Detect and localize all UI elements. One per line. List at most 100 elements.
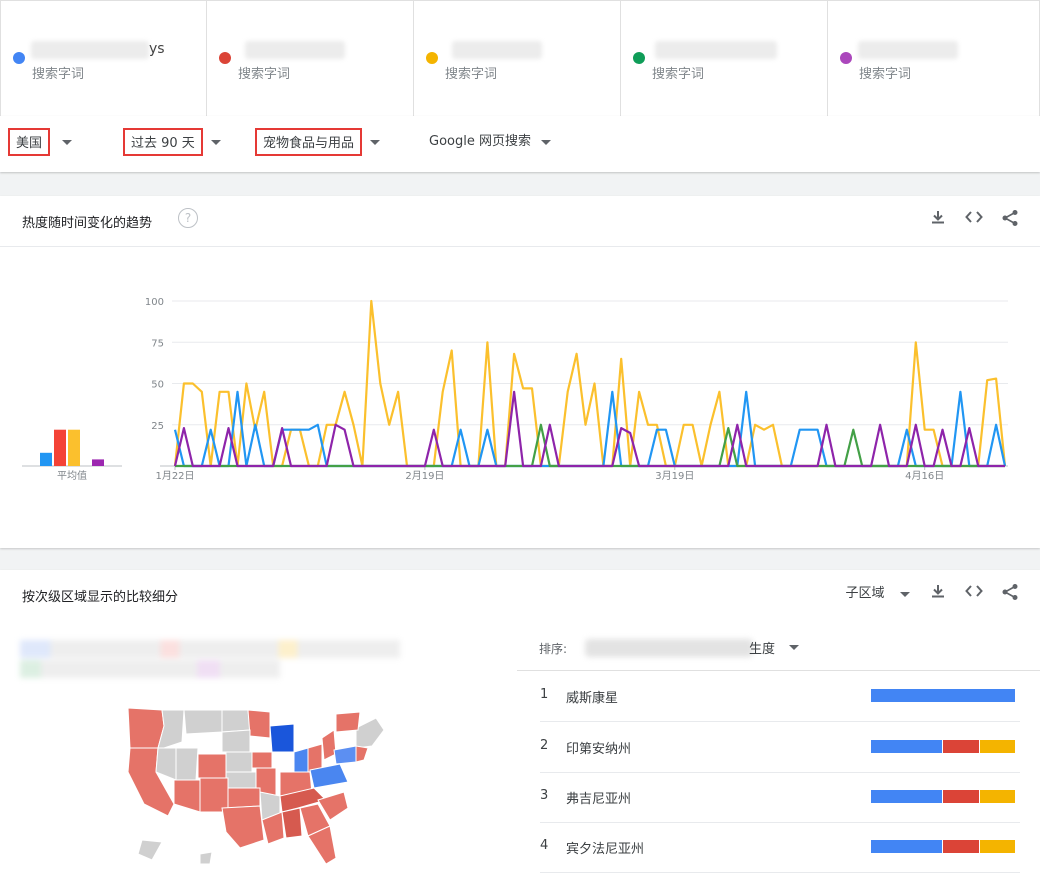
share-segment xyxy=(978,840,1015,853)
y-tick-label: 100 xyxy=(145,297,164,308)
card-title: 按次级区域显示的比较细分 xyxy=(22,590,179,605)
card-header: 按次级区域显示的比较细分 子区域 xyxy=(0,570,1040,620)
us-subregion-map[interactable] xyxy=(122,708,392,868)
download-icon[interactable] xyxy=(927,583,949,605)
avg-bar-red xyxy=(54,429,66,466)
map-region xyxy=(227,787,261,809)
chevron-down-icon[interactable] xyxy=(900,592,910,597)
search-term-2[interactable]: 搜索字词 xyxy=(207,0,414,116)
term-color-dot xyxy=(633,52,645,64)
map-region xyxy=(173,779,201,813)
search-terms-bar: ys 搜索字词 搜索字词 搜索字词 搜索字词 搜索字词 xyxy=(0,0,1040,117)
share-icon[interactable] xyxy=(999,209,1021,231)
card-header: 热度随时间变化的趋势 ? xyxy=(0,196,1040,247)
search-type-filter-label: Google 网页搜索 xyxy=(429,134,531,149)
term-name-blurred xyxy=(452,41,542,59)
map-region xyxy=(197,753,227,779)
region-filter[interactable]: 美国 xyxy=(8,126,73,158)
region-name: 印第安纳州 xyxy=(566,742,632,757)
region-name: 威斯康星 xyxy=(566,691,619,706)
x-tick-label: 1月22日 xyxy=(155,470,194,482)
sort-value-tail: 生度 xyxy=(749,642,776,657)
avg-bar-purple xyxy=(92,459,104,466)
avg-bar-yellow xyxy=(68,429,80,466)
region-rank: 3 xyxy=(540,788,549,803)
subregion-breakdown-card: 按次级区域显示的比较细分 子区域 排序: 生度 1 威斯康星 2 印第安纳州 3… xyxy=(0,570,1040,874)
term-type-label: 搜索字词 xyxy=(445,67,498,82)
map-region xyxy=(321,729,337,761)
map-region xyxy=(199,777,229,813)
share-icon[interactable] xyxy=(999,583,1021,605)
term-name-blurred xyxy=(245,41,345,59)
filter-bar: 美国 过去 90 天 宠物食品与用品 Google 网页搜索 xyxy=(0,116,1040,172)
chevron-down-icon xyxy=(370,139,381,145)
search-type-filter[interactable]: Google 网页搜索 xyxy=(423,126,551,158)
category-filter-label: 宠物食品与用品 xyxy=(255,128,363,156)
map-region xyxy=(269,723,295,753)
region-rank: 2 xyxy=(540,738,549,753)
map-region xyxy=(251,751,273,769)
download-icon[interactable] xyxy=(927,209,949,231)
map-region xyxy=(175,747,199,781)
map-region xyxy=(221,709,251,733)
share-segment xyxy=(871,840,942,853)
term-color-dot xyxy=(426,52,438,64)
map-region xyxy=(137,839,163,861)
search-term-1[interactable]: ys 搜索字词 xyxy=(0,0,207,116)
term-color-dot xyxy=(219,52,231,64)
x-tick-label: 4月16日 xyxy=(905,470,944,482)
sort-value-blurred xyxy=(585,639,753,657)
region-row[interactable]: 4 宾夕法尼亚州 xyxy=(540,822,1020,873)
region-name: 宾夕法尼亚州 xyxy=(566,842,645,857)
term-color-dot xyxy=(840,52,852,64)
chevron-down-icon xyxy=(540,139,551,145)
share-segment xyxy=(871,790,942,803)
map-region xyxy=(355,745,369,763)
time-filter-label: 过去 90 天 xyxy=(123,128,203,156)
term-name-blurred xyxy=(655,41,777,59)
share-segment xyxy=(871,740,942,753)
y-tick-label: 75 xyxy=(151,338,164,349)
embed-icon[interactable] xyxy=(963,209,985,231)
region-name: 弗吉尼亚州 xyxy=(566,792,632,807)
subregion-dropdown[interactable]: 子区域 xyxy=(842,583,888,605)
region-row[interactable]: 2 印第安纳州 xyxy=(540,722,1020,773)
term-type-label: 搜索字词 xyxy=(652,67,705,82)
avg-bar-blue xyxy=(40,452,52,466)
chevron-down-icon xyxy=(210,139,221,145)
map-region xyxy=(281,807,303,839)
search-term-4[interactable]: 搜索字词 xyxy=(621,0,828,116)
term-name-blurred xyxy=(31,41,149,59)
avg-label: 平均值 xyxy=(57,469,87,482)
region-rank: 1 xyxy=(540,687,549,702)
term-name-tail: ys xyxy=(149,41,165,57)
search-term-5[interactable]: 搜索字词 xyxy=(828,0,1040,116)
region-share-bar xyxy=(871,740,1015,753)
map-region xyxy=(221,729,251,753)
term-name-blurred xyxy=(858,41,958,59)
category-filter[interactable]: 宠物食品与用品 xyxy=(255,126,381,158)
x-tick-label: 2月19日 xyxy=(405,470,444,482)
chevron-down-icon xyxy=(62,139,73,145)
interest-over-time-card: 热度随时间变化的趋势 ? 25 50 75 100 1月22日 2月19日 3月19日 4月1… xyxy=(0,196,1040,548)
term-type-label: 搜索字词 xyxy=(238,67,291,82)
x-tick-label: 3月19日 xyxy=(655,470,694,482)
y-tick-label: 50 xyxy=(151,380,164,391)
help-icon[interactable]: ? xyxy=(178,208,198,228)
region-row[interactable]: 1 威斯康星 xyxy=(540,671,1020,722)
embed-icon[interactable] xyxy=(963,583,985,605)
map-region xyxy=(199,851,213,865)
map-region xyxy=(333,745,357,765)
map-region xyxy=(247,709,271,739)
sort-control[interactable]: 排序: 生度 xyxy=(517,630,1040,671)
region-row[interactable]: 3 弗吉尼亚州 xyxy=(540,772,1020,823)
region-filter-label: 美国 xyxy=(8,128,51,156)
map-region xyxy=(127,708,165,749)
trend-chart[interactable]: 25 50 75 100 1月22日 2月19日 3月19日 4月16日 平均值 xyxy=(0,247,1040,547)
share-segment xyxy=(871,689,1015,702)
term-type-label: 搜索字词 xyxy=(859,67,912,82)
time-filter[interactable]: 过去 90 天 xyxy=(123,126,221,158)
map-region xyxy=(183,709,223,735)
share-segment xyxy=(942,790,979,803)
search-term-3[interactable]: 搜索字词 xyxy=(414,0,621,116)
